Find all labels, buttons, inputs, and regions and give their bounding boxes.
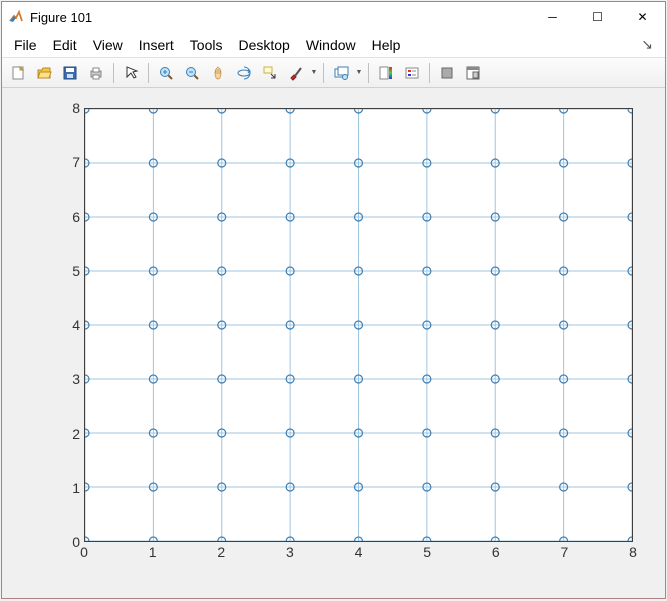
menu-window[interactable]: Window [298,34,364,56]
insert-colorbar-button[interactable] [374,61,398,85]
window-title: Figure 101 [30,10,92,25]
x-tick: 5 [423,544,431,560]
zoom-out-button[interactable] [180,61,204,85]
data-cursor-button[interactable] [258,61,282,85]
y-tick: 6 [72,209,80,225]
zoom-in-button[interactable] [154,61,178,85]
toolbar: ▼ ▼ [2,58,665,88]
rotate3d-button[interactable] [232,61,256,85]
x-tick: 2 [217,544,225,560]
brush-dropdown-icon[interactable]: ▼ [310,61,318,85]
figure-canvas[interactable]: 0 1 2 3 4 5 6 7 8 0 1 2 3 4 5 6 7 8 [2,88,665,598]
menu-edit[interactable]: Edit [45,34,85,56]
plot-box [84,108,633,542]
x-tick: 0 [80,544,88,560]
minimize-button[interactable]: ─ [530,2,575,32]
hide-plot-tools-button[interactable] [435,61,459,85]
close-button[interactable]: ✕ [620,2,665,32]
menu-view[interactable]: View [85,34,131,56]
figure-window: Figure 101 ─ ☐ ✕ File Edit View Insert T… [1,1,666,599]
link-plots-button[interactable] [329,61,353,85]
new-figure-button[interactable] [6,61,30,85]
y-tick: 8 [72,100,80,116]
menu-help[interactable]: Help [364,34,409,56]
data-marker [628,537,632,541]
data-marker [628,109,632,113]
matlab-icon [8,9,24,25]
x-tick-labels: 012345678 [84,544,633,562]
dock-figure-button[interactable] [461,61,485,85]
x-tick: 7 [560,544,568,560]
x-tick: 8 [629,544,637,560]
x-tick: 6 [492,544,500,560]
menubar: File Edit View Insert Tools Desktop Wind… [2,32,665,58]
link-dropdown-icon[interactable]: ▼ [355,61,363,85]
menu-file[interactable]: File [6,34,45,56]
y-tick: 5 [72,263,80,279]
menu-overflow-icon[interactable]: ↘ [633,36,661,53]
x-tick: 4 [355,544,363,560]
print-button[interactable] [84,61,108,85]
y-tick: 1 [72,480,80,496]
y-tick: 4 [72,317,80,333]
menu-tools[interactable]: Tools [182,34,231,56]
plot-svg [85,109,632,541]
y-tick: 0 [72,534,80,550]
maximize-button[interactable]: ☐ [575,2,620,32]
x-tick: 3 [286,544,294,560]
titlebar: Figure 101 ─ ☐ ✕ [2,2,665,32]
menu-desktop[interactable]: Desktop [230,34,297,56]
data-marker [85,537,89,541]
brush-button[interactable] [284,61,308,85]
open-button[interactable] [32,61,56,85]
x-tick: 1 [149,544,157,560]
y-tick: 3 [72,371,80,387]
y-tick: 7 [72,154,80,170]
insert-legend-button[interactable] [400,61,424,85]
y-tick-labels: 012345678 [60,108,80,542]
menu-insert[interactable]: Insert [131,34,182,56]
pan-button[interactable] [206,61,230,85]
save-button[interactable] [58,61,82,85]
edit-plot-button[interactable] [119,61,143,85]
data-marker [85,109,89,113]
axes: 012345678 012345678 [60,108,633,562]
y-tick: 2 [72,426,80,442]
